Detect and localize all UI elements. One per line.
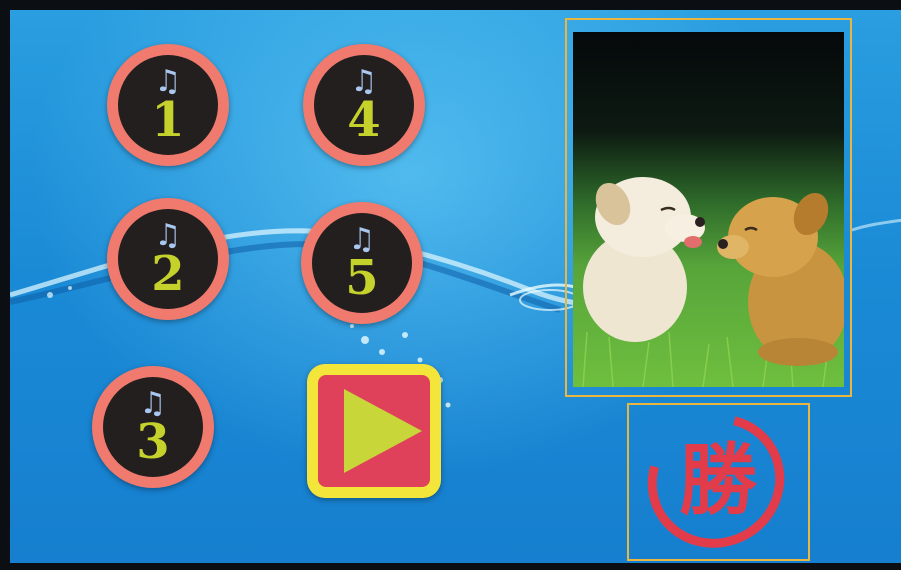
sound-button-face: ♫ 3: [103, 377, 203, 477]
win-seal-button[interactable]: 勝: [623, 389, 810, 563]
sound-button-3[interactable]: ♫ 3: [92, 366, 214, 488]
sound-button-face: ♫ 4: [314, 55, 414, 155]
sound-button-4[interactable]: ♫ 4: [303, 44, 425, 166]
puppies-photo: [573, 32, 844, 387]
sound-button-number: 4: [347, 92, 381, 148]
sound-button-number: 2: [151, 246, 185, 302]
win-seal-character: 勝: [678, 435, 757, 526]
sound-button-number: 3: [136, 414, 170, 470]
sound-button-1[interactable]: ♫ 1: [107, 44, 229, 166]
play-icon: [344, 389, 422, 473]
puppies-illustration: [582, 177, 844, 387]
sound-button-face: ♫ 5: [312, 213, 412, 313]
photo-frame: [565, 18, 852, 397]
play-button-face: [318, 375, 430, 487]
sound-button-2[interactable]: ♫ 2: [107, 198, 229, 320]
sound-button-5[interactable]: ♫ 5: [301, 202, 423, 324]
device-frame: ♫ 1 ♫ 2 ♫ 3 ♫ 4 ♫ 5 勝: [0, 0, 901, 570]
play-button[interactable]: [307, 364, 441, 498]
sound-button-number: 5: [345, 250, 379, 306]
sound-button-face: ♫ 1: [118, 55, 218, 155]
sound-button-face: ♫ 2: [118, 209, 218, 309]
game-screen: ♫ 1 ♫ 2 ♫ 3 ♫ 4 ♫ 5 勝: [10, 10, 901, 563]
sound-button-number: 1: [151, 92, 185, 148]
